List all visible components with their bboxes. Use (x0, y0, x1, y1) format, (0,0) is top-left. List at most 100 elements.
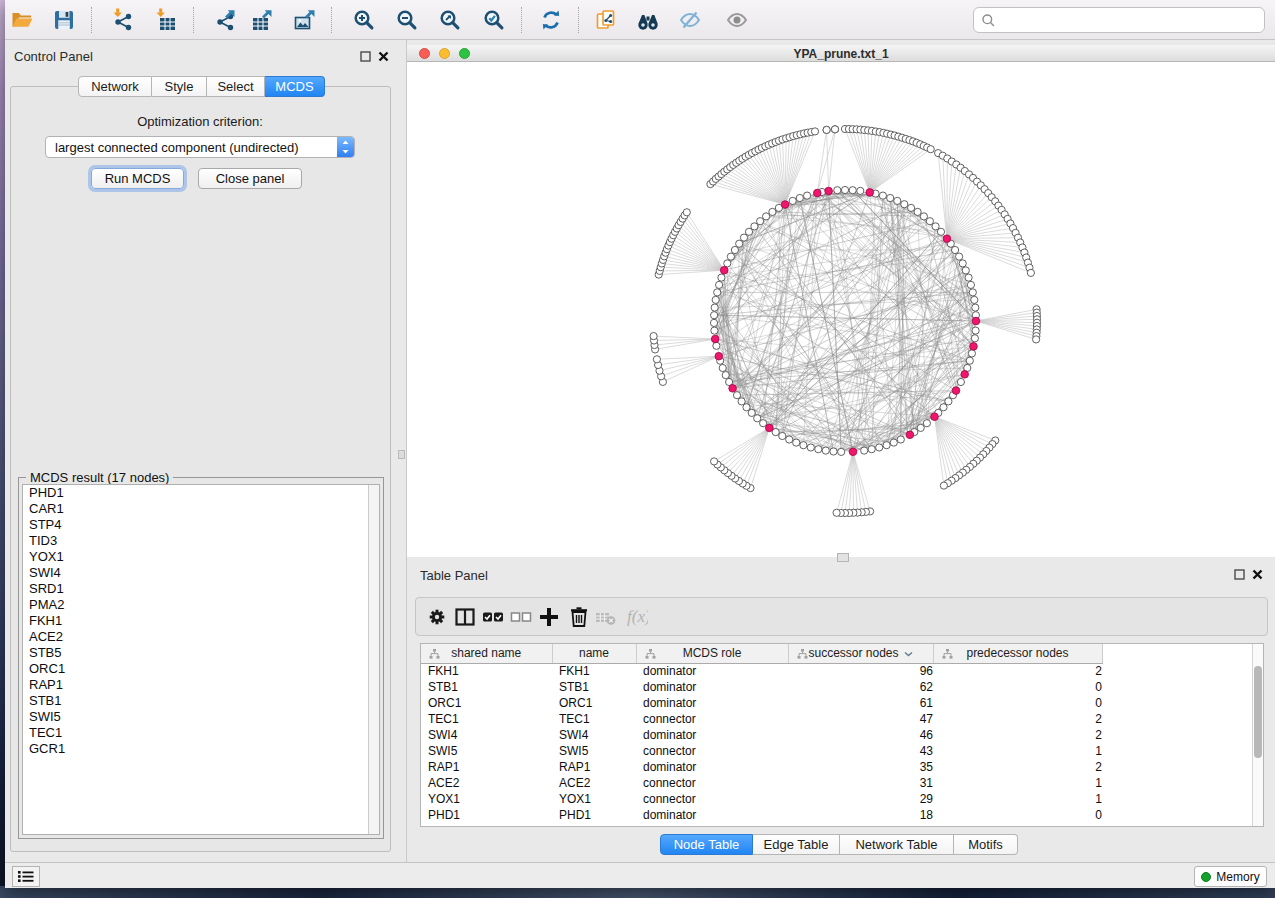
table-row[interactable]: STB1 STB1 dominator 62 0 (421, 679, 1252, 695)
dropdown-stepper-icon[interactable] (337, 137, 354, 157)
network-node[interactable] (841, 186, 848, 193)
dominator-node[interactable] (952, 387, 960, 395)
network-node[interactable] (789, 197, 796, 204)
vertical-splitter[interactable] (395, 40, 407, 862)
network-node[interactable] (952, 246, 959, 253)
dominator-node[interactable] (943, 235, 951, 243)
network-node[interactable] (972, 327, 979, 334)
network-node[interactable] (883, 442, 890, 449)
network-node[interactable] (763, 213, 770, 220)
dominator-node[interactable] (849, 448, 857, 456)
network-node[interactable] (861, 447, 868, 454)
show-all-icon[interactable] (722, 5, 752, 35)
network-node[interactable] (897, 436, 904, 443)
network-titlebar[interactable]: YPA_prune.txt_1 (407, 45, 1275, 62)
network-node[interactable] (748, 409, 755, 416)
network-node[interactable] (894, 197, 901, 204)
network-node[interactable] (711, 304, 718, 311)
network-node[interactable] (833, 509, 840, 516)
network-node[interactable] (1027, 269, 1034, 276)
network-node[interactable] (722, 372, 729, 379)
dominator-node[interactable] (970, 343, 978, 351)
network-node[interactable] (1033, 336, 1040, 343)
network-node[interactable] (727, 253, 734, 260)
network-node[interactable] (971, 335, 978, 342)
dominator-node[interactable] (906, 431, 914, 439)
mcds-result-node[interactable]: YOX1 (23, 549, 379, 565)
network-node[interactable] (745, 228, 752, 235)
close-panel-button[interactable]: Close panel (198, 168, 302, 189)
dominator-node[interactable] (766, 424, 774, 432)
float-panel-icon[interactable] (1234, 569, 1245, 580)
network-node[interactable] (793, 439, 800, 446)
settings-gear-icon[interactable] (423, 603, 451, 631)
network-node[interactable] (831, 126, 838, 133)
network-node[interactable] (962, 267, 969, 274)
network-node[interactable] (822, 447, 829, 454)
column-header-predecessor-nodes[interactable]: predecessor nodes (933, 644, 1102, 663)
mcds-result-node[interactable]: TID3 (23, 533, 379, 549)
network-node[interactable] (800, 442, 807, 449)
dominator-node[interactable] (711, 335, 719, 343)
import-network-icon[interactable] (108, 5, 138, 35)
network-node[interactable] (901, 201, 908, 208)
network-node[interactable] (957, 378, 964, 385)
table-row[interactable]: SWI4 SWI4 dominator 46 2 (421, 727, 1252, 743)
network-node[interactable] (968, 350, 975, 357)
mcds-result-node[interactable]: RAP1 (23, 677, 379, 693)
network-node[interactable] (683, 209, 690, 216)
network-node[interactable] (786, 436, 793, 443)
float-panel-icon[interactable] (360, 51, 371, 62)
network-node[interactable] (838, 448, 845, 455)
network-node[interactable] (849, 187, 856, 194)
dominator-node[interactable] (825, 187, 833, 195)
column-header-MCDS-role[interactable]: MCDS role (636, 644, 788, 663)
network-node[interactable] (710, 319, 717, 326)
network-node[interactable] (956, 253, 963, 260)
mcds-result-node[interactable]: SWI5 (23, 709, 379, 725)
network-node[interactable] (796, 194, 803, 201)
network-node[interactable] (932, 223, 939, 230)
table-row[interactable]: RAP1 RAP1 dominator 35 2 (421, 759, 1252, 775)
network-node[interactable] (754, 415, 761, 422)
network-node[interactable] (959, 260, 966, 267)
zoom-in-icon[interactable] (349, 5, 379, 35)
network-node[interactable] (769, 208, 776, 215)
dominator-node[interactable] (972, 317, 980, 325)
network-node[interactable] (731, 246, 738, 253)
zoom-selected-icon[interactable] (479, 5, 509, 35)
mcds-result-node[interactable]: PMA2 (23, 597, 379, 613)
dominator-node[interactable] (814, 189, 822, 197)
column-header-shared-name[interactable]: shared name (421, 644, 552, 663)
network-node[interactable] (815, 446, 822, 453)
dominator-node[interactable] (781, 201, 789, 209)
save-session-icon[interactable] (49, 5, 79, 35)
table-row[interactable]: SWI5 SWI5 connector 43 1 (421, 743, 1252, 759)
refresh-view-icon[interactable] (536, 5, 566, 35)
table-row[interactable]: TEC1 TEC1 connector 47 2 (421, 711, 1252, 727)
network-node[interactable] (733, 392, 740, 399)
run-mcds-button[interactable]: Run MCDS (91, 168, 184, 189)
task-history-button[interactable] (12, 866, 40, 887)
network-node[interactable] (653, 356, 660, 363)
network-node[interactable] (811, 128, 818, 135)
memory-button[interactable]: Memory (1194, 866, 1267, 887)
network-node[interactable] (760, 420, 767, 427)
export-image-icon[interactable] (290, 5, 320, 35)
dominator-node[interactable] (720, 266, 728, 274)
column-view-icon[interactable] (451, 603, 479, 631)
table-row[interactable]: ACE2 ACE2 connector 31 1 (421, 775, 1252, 791)
network-node[interactable] (908, 204, 915, 211)
table-row[interactable]: ORC1 ORC1 dominator 61 0 (421, 695, 1252, 711)
network-node[interactable] (751, 223, 758, 230)
zoom-fit-icon[interactable] (435, 5, 465, 35)
mcds-result-node[interactable]: FKH1 (23, 613, 379, 629)
table-scrollbar-thumb[interactable] (1254, 666, 1262, 758)
network-node[interactable] (716, 281, 723, 288)
deselect-all-checkboxes-icon[interactable] (507, 603, 535, 631)
column-header-name[interactable]: name (552, 644, 636, 663)
result-list-scrollbar[interactable] (368, 485, 379, 834)
dominator-node[interactable] (931, 413, 939, 421)
search-binoculars-icon[interactable] (633, 5, 663, 35)
network-node[interactable] (965, 274, 972, 281)
